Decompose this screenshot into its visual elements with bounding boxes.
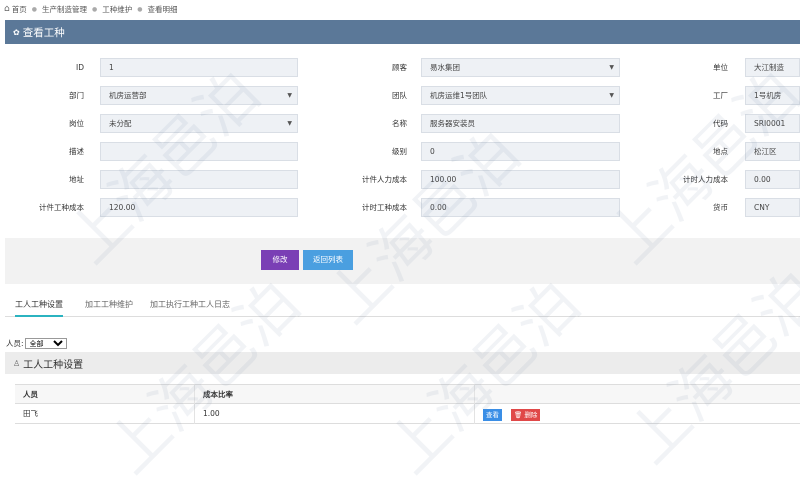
page-title-bar: ✿ 查看工种 <box>5 20 800 44</box>
department-label: 部门 <box>69 91 84 100</box>
level-field[interactable]: 0 <box>421 142 620 161</box>
person-filter-select[interactable]: 全部 <box>24 338 67 349</box>
team-label: 团队 <box>392 91 407 100</box>
section-header: ♙ 工人工种设置 <box>5 352 800 374</box>
page-title: 查看工种 <box>22 26 65 39</box>
chevron-down-icon: ▼ <box>609 92 614 99</box>
currency-field[interactable]: CNY <box>745 198 800 217</box>
form-row: 地址 计件人力成本 100.00 计时人力成本 0.00 <box>0 170 800 190</box>
breadcrumb-worktype[interactable]: 工种维护 <box>102 4 132 15</box>
tab-worker-worktype-settings[interactable]: 工人工种设置 <box>15 297 63 317</box>
level-label: 级别 <box>392 147 407 156</box>
department-value: 机房运营部 <box>109 91 147 100</box>
form-row: 岗位 未分配 ▼ 名称 服务器安装员 代码 SRI0001 <box>0 114 800 134</box>
chevron-down-icon: ▼ <box>287 120 292 127</box>
back-to-list-button[interactable]: 返回列表 <box>303 250 353 270</box>
form-row: 描述 级别 0 地点 松江区 <box>0 142 800 162</box>
position-value: 未分配 <box>109 119 132 128</box>
delete-button[interactable]: 🗑 删除 <box>511 409 541 421</box>
unit-label: 单位 <box>713 63 728 72</box>
trash-icon: 🗑 <box>514 411 523 419</box>
team-value: 机房运维1号团队 <box>430 91 488 100</box>
currency-label: 货币 <box>713 203 728 212</box>
column-header-person: 人员 <box>15 385 195 405</box>
code-field[interactable]: SRI0001 <box>745 114 800 133</box>
piece-type-cost-label: 计件工种成本 <box>39 203 84 212</box>
worker-table: 人员 成本比率 田飞 1.00 查看 🗑 删除 <box>15 384 800 424</box>
table-header-row: 人员 成本比率 <box>15 384 800 405</box>
position-label: 岗位 <box>69 119 84 128</box>
edit-button[interactable]: 修改 <box>261 250 299 270</box>
breadcrumb-separator-icon: ● <box>91 5 98 13</box>
column-header-cost-ratio: 成本比率 <box>195 385 475 405</box>
piece-labor-cost-label: 计件人力成本 <box>362 175 407 184</box>
tab-execution-log[interactable]: 加工执行工种工人日志 <box>150 297 230 317</box>
factory-field[interactable]: 1号机房 <box>745 86 800 105</box>
cell-person: 田飞 <box>15 404 195 424</box>
worktype-form: ID 1 顾客 易水集团 ▼ 单位 大江制造 部门 机房运营部 ▼ 团队 机房运… <box>0 50 800 230</box>
form-row: 部门 机房运营部 ▼ 团队 机房运维1号团队 ▼ 工厂 1号机房 <box>0 86 800 106</box>
tab-bar: 工人工种设置 加工工种维护 加工执行工种工人日志 <box>5 293 800 317</box>
hourly-labor-cost-field[interactable]: 0.00 <box>745 170 800 189</box>
breadcrumb-production[interactable]: 生产制造管理 <box>42 4 87 15</box>
home-icon[interactable]: ⌂ <box>4 4 10 14</box>
customer-value: 易水集团 <box>430 63 460 72</box>
position-select[interactable]: 未分配 ▼ <box>100 114 298 133</box>
location-field[interactable]: 松江区 <box>745 142 800 161</box>
section-title: 工人工种设置 <box>23 359 84 371</box>
form-row: ID 1 顾客 易水集团 ▼ 单位 大江制造 <box>0 58 800 78</box>
column-header-actions <box>475 385 800 405</box>
team-select[interactable]: 机房运维1号团队 ▼ <box>421 86 620 105</box>
action-bar: 修改 返回列表 <box>5 238 800 284</box>
address-field[interactable] <box>100 170 298 189</box>
chevron-down-icon: ▼ <box>609 64 614 71</box>
location-label: 地点 <box>713 147 728 156</box>
breadcrumb: ⌂ 首页 ● 生产制造管理 ● 工种维护 ● 查看明细 <box>0 0 800 18</box>
cell-cost-ratio: 1.00 <box>195 404 475 424</box>
description-label: 描述 <box>69 147 84 156</box>
name-field[interactable]: 服务器安装员 <box>421 114 620 133</box>
address-label: 地址 <box>69 175 84 184</box>
user-icon: ♙ <box>13 358 21 368</box>
tab-processing-worktype[interactable]: 加工工种维护 <box>85 297 133 317</box>
hourly-labor-cost-label: 计时人力成本 <box>683 175 728 184</box>
id-label: ID <box>76 63 84 72</box>
department-select[interactable]: 机房运营部 ▼ <box>100 86 298 105</box>
person-filter-label: 人员: <box>6 339 24 348</box>
description-field[interactable] <box>100 142 298 161</box>
piece-type-cost-field[interactable]: 120.00 <box>100 198 298 217</box>
hourly-type-cost-field[interactable]: 0.00 <box>421 198 620 217</box>
id-field[interactable]: 1 <box>100 58 298 77</box>
name-label: 名称 <box>392 119 407 128</box>
breadcrumb-detail: 查看明细 <box>147 4 178 14</box>
factory-label: 工厂 <box>713 91 728 100</box>
view-button[interactable]: 查看 <box>483 409 502 421</box>
breadcrumb-separator-icon: ● <box>137 5 143 13</box>
gear-icon: ✿ <box>13 27 20 37</box>
delete-label: 删除 <box>524 411 538 419</box>
chevron-down-icon: ▼ <box>287 92 292 99</box>
code-label: 代码 <box>713 119 728 128</box>
hourly-type-cost-label: 计时工种成本 <box>362 203 407 212</box>
customer-select[interactable]: 易水集团 ▼ <box>421 58 620 77</box>
person-filter: 人员: 全部 <box>6 335 67 349</box>
unit-field[interactable]: 大江制造 <box>745 58 800 77</box>
breadcrumb-separator-icon: ● <box>31 5 37 13</box>
breadcrumb-home[interactable]: 首页 <box>12 4 27 15</box>
piece-labor-cost-field[interactable]: 100.00 <box>421 170 620 189</box>
table-row: 田飞 1.00 查看 🗑 删除 <box>15 404 800 424</box>
form-row: 计件工种成本 120.00 计时工种成本 0.00 货币 CNY <box>0 198 800 218</box>
customer-label: 顾客 <box>392 63 407 72</box>
